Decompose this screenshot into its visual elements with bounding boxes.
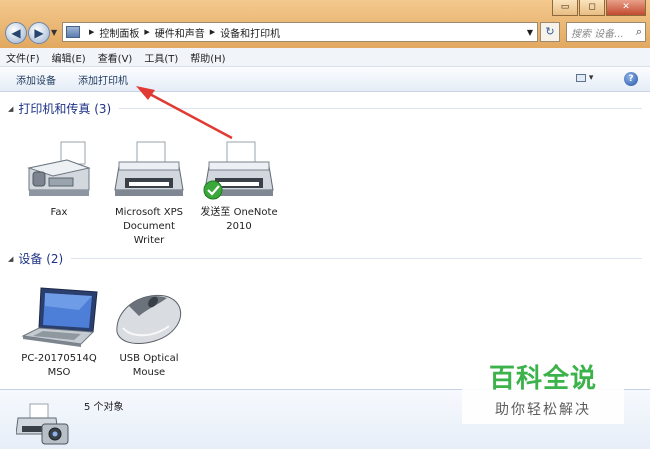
device-label-line: Writer: [133, 235, 165, 246]
close-button[interactable]: ✕: [606, 0, 646, 16]
device-label: USB Optical Mouse: [106, 352, 192, 380]
mouse-icon: [116, 294, 181, 344]
refresh-button[interactable]: ↻: [540, 22, 560, 42]
device-label-line: MSO: [47, 367, 71, 378]
menu-help[interactable]: 帮助(H): [190, 50, 225, 65]
search-icon[interactable]: ⌕: [636, 25, 642, 39]
device-label: 发送至 OneNote 2010: [196, 206, 282, 234]
add-printer-button[interactable]: 添加打印机: [78, 72, 128, 87]
forward-button[interactable]: ▶: [28, 22, 50, 44]
watermark-subtitle: 助你轻松解决: [495, 402, 591, 418]
device-list: ◢ 打印机和传真 (3) Fax Microsoft XPS Document: [0, 92, 650, 388]
device-label-line: USB Optical: [119, 353, 179, 364]
watermark-title: 百科全说: [488, 364, 597, 394]
window-controls: ▭ ◻ ✕: [552, 0, 646, 16]
menu-view[interactable]: 查看(V): [98, 50, 133, 65]
breadcrumb-devices-printers[interactable]: 设备和打印机: [220, 25, 280, 40]
collapse-arrow-icon[interactable]: ◢: [8, 105, 13, 113]
view-icon: [576, 73, 586, 82]
breadcrumb-separator-icon[interactable]: ▶: [144, 28, 149, 36]
device-onenote[interactable]: 发送至 OneNote 2010: [196, 138, 282, 234]
add-device-button[interactable]: 添加设备: [16, 72, 56, 87]
device-fax[interactable]: Fax: [16, 138, 102, 220]
device-label-line: PC-20170514Q: [21, 353, 97, 364]
object-count: 5 个对象: [84, 402, 124, 413]
maximize-button[interactable]: ◻: [579, 0, 605, 16]
device-label-line: 发送至 OneNote: [200, 207, 278, 218]
search-input[interactable]: 搜索 设备... ⌕: [566, 22, 646, 42]
group-title-printers: 打印机和传真 (3): [18, 102, 112, 116]
command-bar: 添加设备 添加打印机 ▾ ?: [0, 67, 650, 92]
help-button[interactable]: ?: [624, 72, 638, 86]
laptop-icon: [21, 287, 98, 347]
group-divider: [119, 108, 642, 109]
printer-camera-icon: [16, 403, 69, 445]
device-label-line: Microsoft XPS: [115, 207, 183, 218]
menu-edit[interactable]: 编辑(E): [52, 50, 86, 65]
fax-icon: [27, 141, 91, 196]
address-dropdown-icon[interactable]: ▼: [527, 28, 533, 37]
group-divider: [71, 258, 642, 259]
minimize-button[interactable]: ▭: [552, 0, 578, 16]
search-placeholder: 搜索 设备...: [571, 28, 624, 40]
collapse-arrow-icon[interactable]: ◢: [8, 255, 13, 263]
group-header-printers[interactable]: ◢ 打印机和传真 (3): [8, 100, 642, 117]
device-label: Microsoft XPS Document Writer: [106, 206, 192, 248]
device-label-line: Document: [123, 221, 175, 232]
group-header-devices[interactable]: ◢ 设备 (2): [8, 250, 642, 267]
back-button[interactable]: ◀: [5, 22, 27, 44]
change-view-button[interactable]: ▾: [576, 73, 602, 86]
menu-tools[interactable]: 工具(T): [144, 50, 178, 65]
printer-icon: [114, 141, 184, 196]
device-label-line: 2010: [226, 221, 252, 232]
device-label: PC-20170514Q MSO: [16, 352, 102, 380]
device-computer[interactable]: PC-20170514Q MSO: [16, 286, 102, 380]
breadcrumb-hardware-sound[interactable]: 硬件和声音: [155, 25, 205, 40]
device-label-line: Mouse: [132, 367, 166, 378]
recent-pages-dropdown[interactable]: ▼: [51, 28, 57, 37]
watermark: 百科全说 助你轻松解决: [462, 346, 624, 424]
breadcrumb-control-panel[interactable]: 控制面板: [99, 25, 139, 40]
breadcrumb-separator-icon[interactable]: ▶: [210, 28, 215, 36]
group-title-devices: 设备 (2): [18, 252, 64, 266]
breadcrumb-separator-icon[interactable]: ▶: [89, 28, 94, 36]
menu-bar: 文件(F) 编辑(E) 查看(V) 工具(T) 帮助(H): [0, 48, 650, 67]
printer-default-icon: [203, 141, 274, 200]
address-bar[interactable]: ▶ 控制面板 ▶ 硬件和声音 ▶ 设备和打印机 ▼: [62, 22, 538, 42]
device-label: Fax: [50, 207, 68, 218]
device-mouse[interactable]: USB Optical Mouse: [106, 286, 192, 380]
title-bar: ▭ ◻ ✕ ◀ ▶ ▼ ▶ 控制面板 ▶ 硬件和声音 ▶ 设备和打印机 ▼ ↻ …: [0, 0, 650, 48]
device-xps-writer[interactable]: Microsoft XPS Document Writer: [106, 138, 192, 248]
control-panel-icon: [66, 26, 80, 38]
menu-file[interactable]: 文件(F): [6, 50, 40, 65]
